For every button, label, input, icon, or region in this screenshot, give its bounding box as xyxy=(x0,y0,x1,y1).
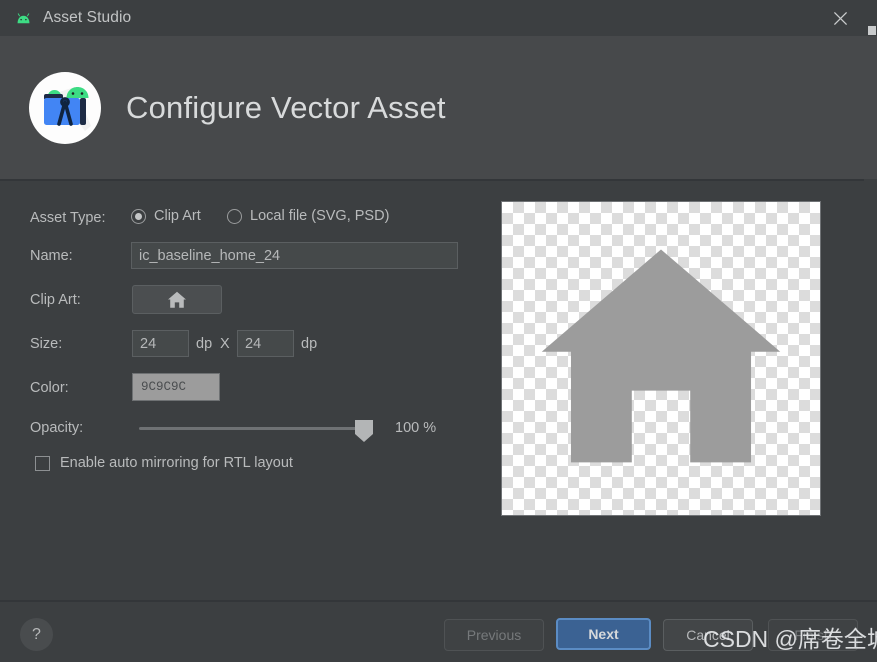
cancel-button[interactable]: Cancel xyxy=(663,619,753,651)
size-label: Size: xyxy=(30,336,63,352)
android-robot-icon xyxy=(14,9,33,28)
wizard-header: Configure Vector Asset xyxy=(0,36,864,179)
radio-local-file-indicator xyxy=(227,208,242,224)
window-title: Asset Studio xyxy=(43,9,132,26)
previous-button[interactable]: Previous xyxy=(444,619,544,651)
android-studio-logo xyxy=(28,71,102,145)
rtl-mirroring-label: Enable auto mirroring for RTL layout xyxy=(60,455,293,471)
name-input[interactable] xyxy=(131,242,458,269)
rtl-mirroring-checkbox-box xyxy=(35,455,50,471)
opacity-value-label: 100 % xyxy=(395,420,437,436)
radio-local-file[interactable]: Local file (SVG, PSD) xyxy=(227,208,389,224)
asset-preview xyxy=(501,201,821,516)
next-button[interactable]: Next xyxy=(556,618,651,650)
rtl-mirroring-checkbox[interactable]: Enable auto mirroring for RTL layout xyxy=(35,455,293,471)
asset-type-label: Asset Type: xyxy=(30,210,106,226)
home-icon xyxy=(541,249,781,462)
radio-clip-art-indicator xyxy=(131,208,146,224)
home-icon xyxy=(168,291,186,308)
opacity-label: Opacity: xyxy=(30,420,84,436)
clip-art-picker-button[interactable] xyxy=(132,285,222,314)
opacity-slider-thumb[interactable] xyxy=(355,420,373,442)
radio-clip-art-label: Clip Art xyxy=(154,208,201,224)
size-unit-1: dp xyxy=(196,336,213,352)
close-icon[interactable] xyxy=(817,0,863,36)
clip-art-label: Clip Art: xyxy=(30,292,81,308)
page-title: Configure Vector Asset xyxy=(126,89,446,125)
color-label: Color: xyxy=(30,380,69,396)
size-height-input[interactable] xyxy=(237,330,294,357)
finish-button[interactable]: Finish xyxy=(768,619,858,651)
right-edge-strip-upper xyxy=(864,36,877,179)
color-value-text: 9C9C9C xyxy=(141,380,187,394)
opacity-slider-track[interactable] xyxy=(139,427,365,430)
title-bar: Asset Studio xyxy=(0,0,877,36)
radio-local-file-label: Local file (SVG, PSD) xyxy=(250,208,390,224)
radio-clip-art[interactable]: Clip Art xyxy=(131,208,201,224)
color-swatch-button[interactable]: 9C9C9C xyxy=(132,373,220,401)
size-unit-2: dp xyxy=(301,336,318,352)
asset-studio-window: Asset Studio Configure Vector Asset Asse… xyxy=(0,0,877,662)
size-width-input[interactable] xyxy=(132,330,189,357)
vertical-scrollbar-thumb[interactable] xyxy=(868,26,876,35)
help-button[interactable]: ? xyxy=(20,618,53,651)
name-label: Name: xyxy=(30,248,73,264)
size-separator: X xyxy=(220,336,230,352)
